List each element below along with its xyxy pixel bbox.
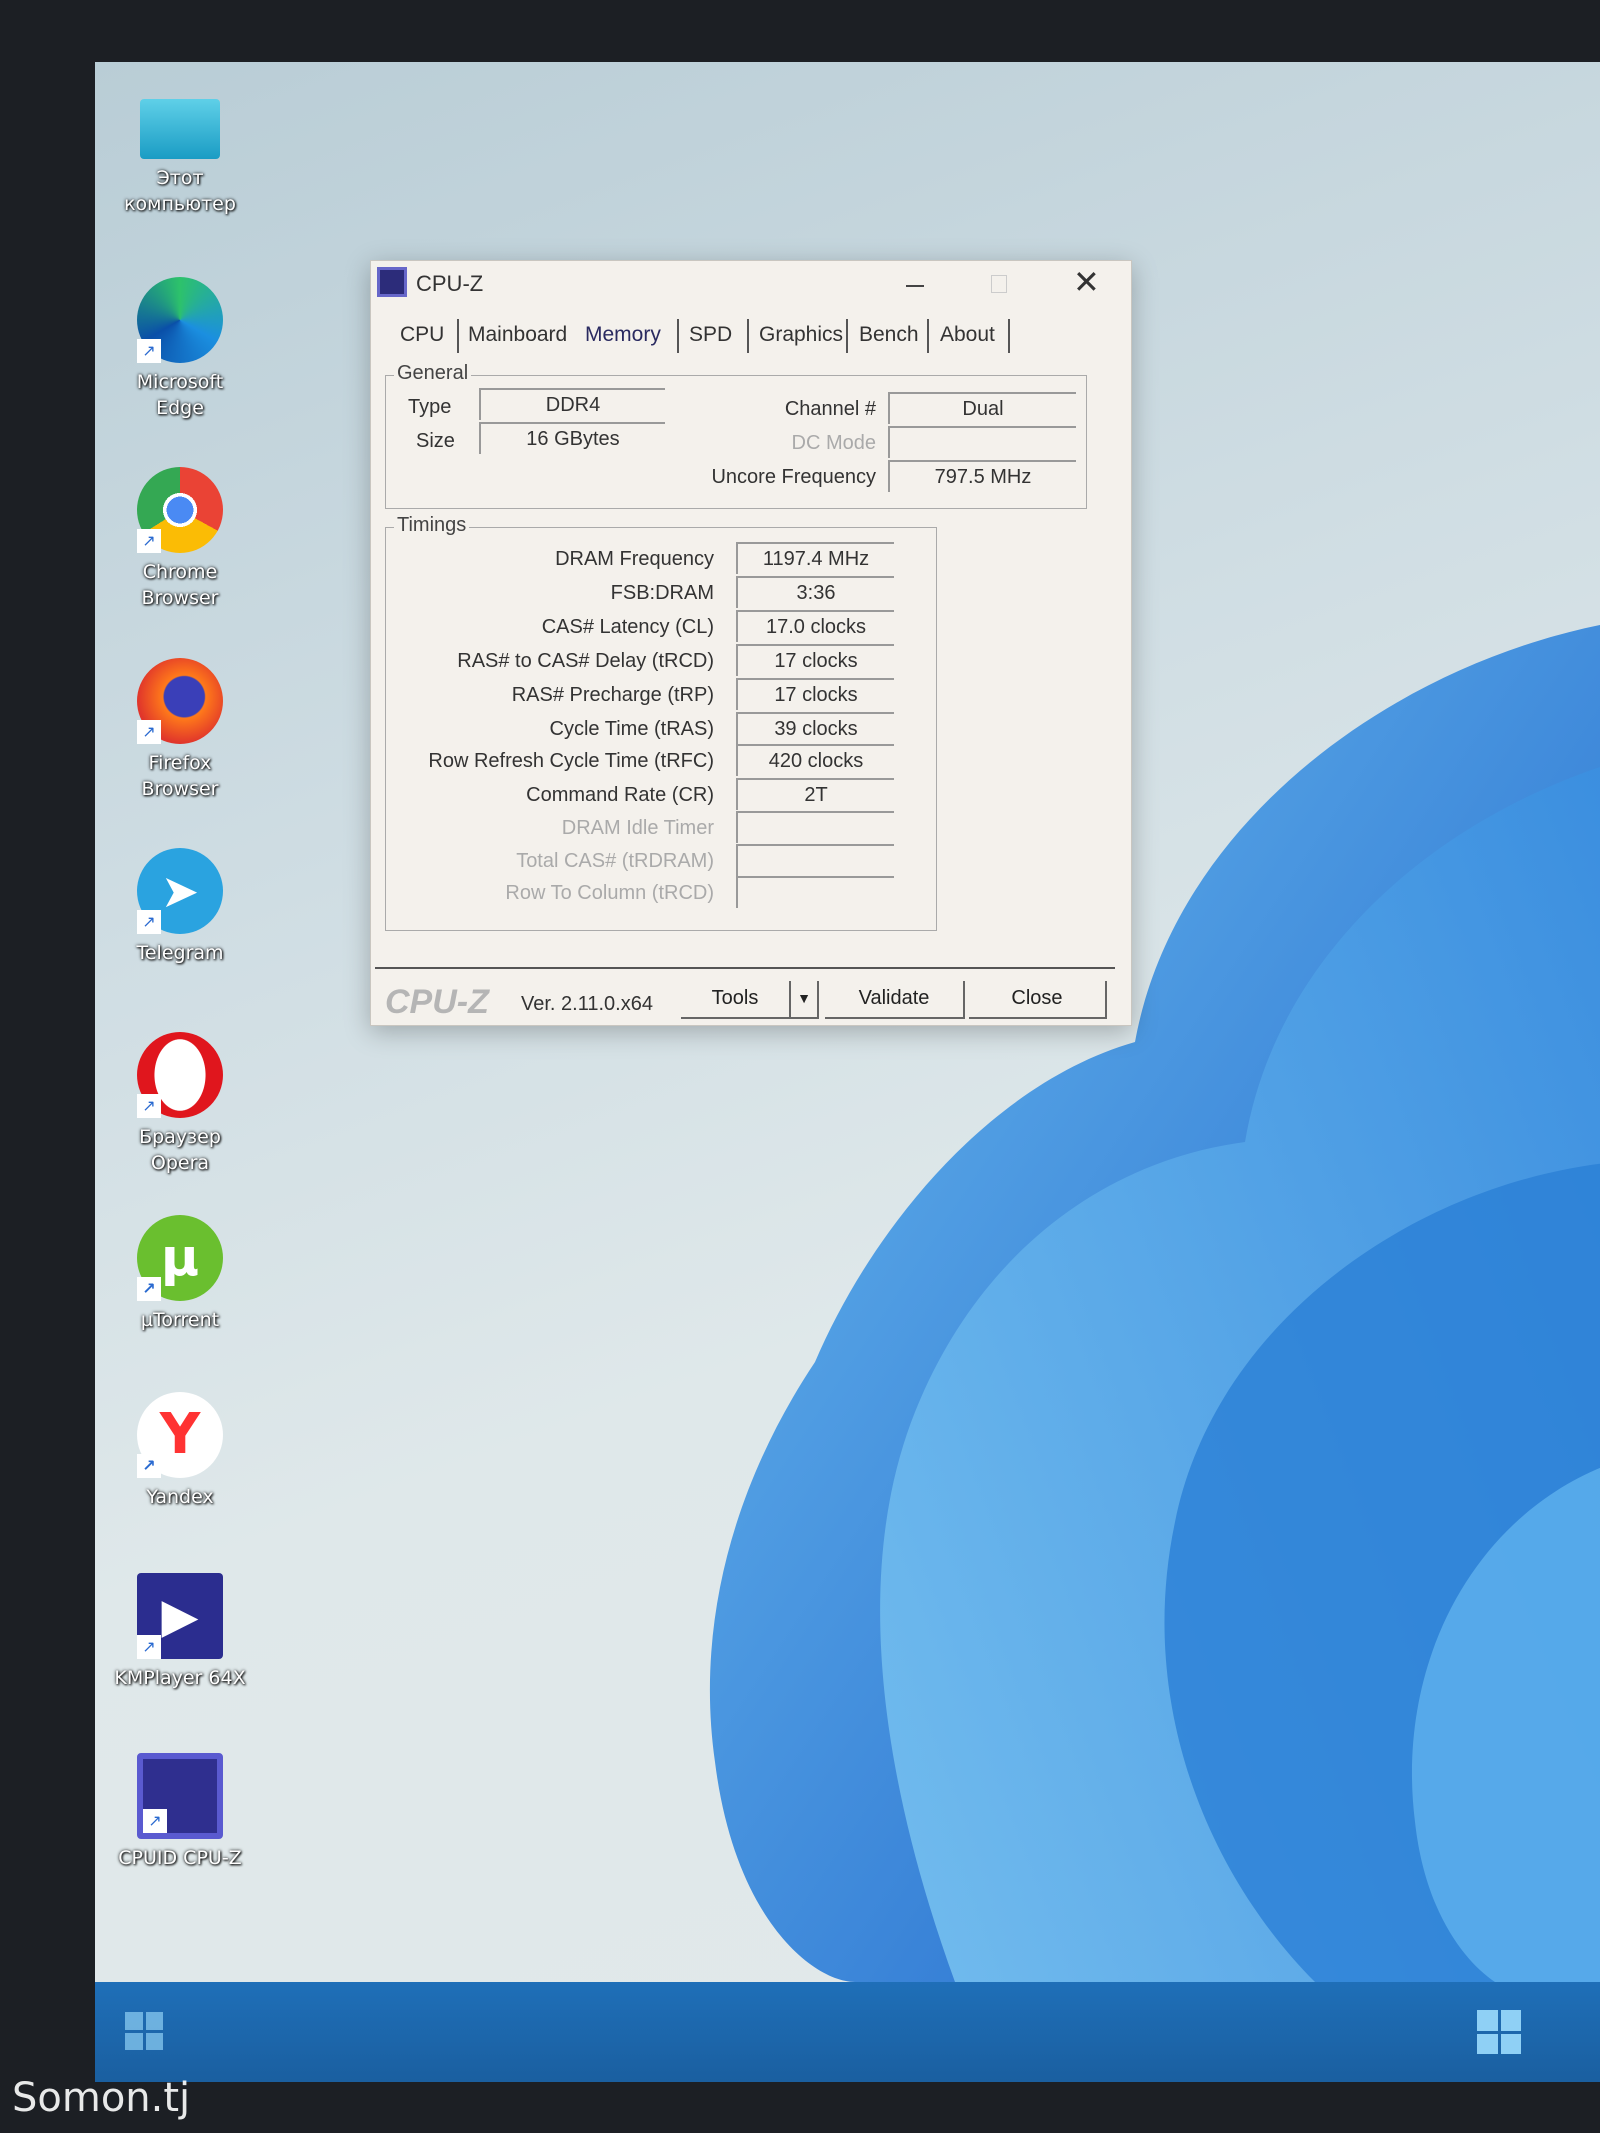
size-field: 16 GBytes (479, 422, 665, 454)
dc-mode-label: DC Mode (791, 432, 876, 454)
footer-divider (375, 967, 1115, 969)
desktop-icon-edge[interactable]: ↗ Microsoft Edge (105, 277, 255, 421)
maximize-button[interactable] (991, 275, 1007, 293)
size-label: Size (416, 430, 455, 452)
desktop-icon-yandex[interactable]: Y ↗ Yandex (105, 1392, 255, 1510)
tab-graphics[interactable]: Graphics (759, 323, 843, 347)
tools-label: Tools (711, 987, 759, 1009)
uncore-frequency-field: 797.5 MHz (888, 460, 1076, 492)
chrome-icon: ↗ (137, 467, 223, 553)
general-title: General (394, 362, 472, 385)
tab-bench[interactable]: Bench (859, 323, 919, 347)
timing-value-field (736, 844, 894, 876)
kmplayer-icon: ▶ ↗ (137, 1573, 223, 1659)
monitor-icon (140, 99, 220, 159)
timing-label: Command Rate (CR) (526, 784, 714, 806)
firefox-icon: ↗ (137, 658, 223, 744)
general-group: General Type DDR4 Size 16 GBytes Channel… (385, 362, 1087, 509)
timing-label: FSB:DRAM (610, 582, 714, 604)
desktop-icon-cpuz[interactable]: ↗ CPUID CPU-Z (105, 1753, 255, 1871)
tools-button[interactable]: Tools (681, 981, 791, 1019)
tab-mainboard[interactable]: Mainboard (468, 323, 567, 347)
watermark: Somon.tj (12, 2075, 191, 2121)
close-button[interactable]: Close (969, 981, 1107, 1019)
desktop-icon-firefox[interactable]: ↗ Firefox Browser (105, 658, 255, 802)
validate-button[interactable]: Validate (825, 981, 965, 1019)
tab-cpu[interactable]: CPU (400, 323, 444, 347)
type-field: DDR4 (479, 388, 665, 420)
timing-label: Row To Column (tRCD) (505, 882, 714, 904)
utorrent-icon: µ ↗ (137, 1215, 223, 1301)
dc-mode-field (888, 426, 1076, 458)
cpuz-app-icon (377, 267, 407, 297)
window-title: CPU-Z (416, 271, 484, 296)
timings-title: Timings (394, 514, 470, 537)
timing-value-field: 420 clocks (736, 744, 894, 776)
timing-label: RAS# Precharge (tRP) (511, 684, 714, 706)
timing-value-field: 2T (736, 778, 894, 810)
timing-label: Cycle Time (tRAS) (549, 718, 714, 740)
start-icon[interactable] (125, 2012, 163, 2050)
taskbar (95, 1982, 1600, 2082)
timing-label: Row Refresh Cycle Time (tRFC) (428, 750, 714, 772)
timing-value-field: 3:36 (736, 576, 894, 608)
desktop-icon-this-pc[interactable]: Этот компьютер (105, 87, 255, 217)
tab-about[interactable]: About (940, 323, 995, 347)
timing-value-field: 17.0 clocks (736, 610, 894, 642)
desktop-icon-kmplayer[interactable]: ▶ ↗ KMPlayer 64X (105, 1573, 255, 1691)
cpuz-window: CPU-Z ✕ CPU Mainboard Memory SPD Graphic… (370, 260, 1132, 1026)
timing-value-field: 17 clocks (736, 644, 894, 676)
minimize-button[interactable] (906, 285, 924, 287)
uncore-frequency-label: Uncore Frequency (711, 466, 876, 488)
windows-start-button[interactable] (1477, 2010, 1521, 2054)
timing-label: RAS# to CAS# Delay (tRCD) (457, 650, 714, 672)
timing-label: CAS# Latency (CL) (541, 616, 714, 638)
validate-label: Validate (858, 987, 930, 1009)
timing-value-field: 1197.4 MHz (736, 542, 894, 574)
timing-value-field: 17 clocks (736, 678, 894, 710)
channel-field: Dual (888, 392, 1076, 424)
close-label: Close (1011, 987, 1063, 1009)
edge-icon: ↗ (137, 277, 223, 363)
timing-label: DRAM Idle Timer (561, 817, 714, 839)
type-label: Type (408, 396, 452, 418)
timing-value-field: 39 clocks (736, 712, 894, 744)
desktop-icon-telegram[interactable]: ➤ ↗ Telegram (105, 848, 255, 966)
opera-icon: ↗ (137, 1032, 223, 1118)
desktop-icon-chrome[interactable]: ↗ Chrome Browser (105, 467, 255, 611)
desktop-icon-utorrent[interactable]: µ ↗ µTorrent (105, 1215, 255, 1333)
timing-label: DRAM Frequency (555, 548, 714, 570)
timing-value-field (736, 811, 894, 843)
cpuz-logo: CPU-Z (385, 983, 489, 1021)
cpuz-icon: ↗ (137, 1753, 223, 1839)
timing-label: Total CAS# (tRDRAM) (516, 850, 714, 872)
tab-spd[interactable]: SPD (689, 323, 732, 347)
desktop-icon-opera[interactable]: ↗ Браузер Opera (105, 1032, 255, 1176)
yandex-icon: Y ↗ (137, 1392, 223, 1478)
timings-group: Timings DRAM Frequency 1197.4 MHz FSB:DRAM… (385, 514, 937, 931)
channel-label: Channel # (784, 398, 876, 420)
tools-dropdown-arrow-icon[interactable]: ▼ (791, 981, 819, 1019)
timing-value-field (736, 876, 894, 908)
tab-memory[interactable]: Memory (585, 323, 661, 347)
close-window-button[interactable]: ✕ (1073, 263, 1100, 301)
version-label: Ver. 2.11.0.x64 (521, 993, 653, 1015)
telegram-icon: ➤ ↗ (137, 848, 223, 934)
